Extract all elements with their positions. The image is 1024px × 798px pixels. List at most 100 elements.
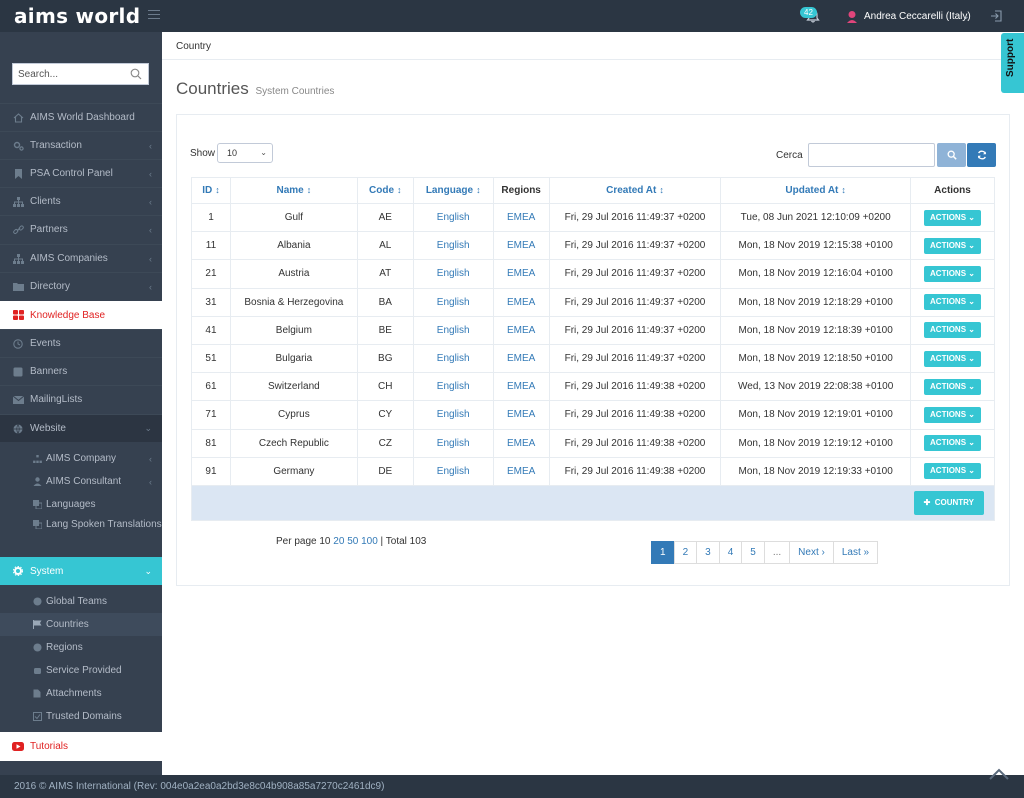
page-button-3[interactable]: 3	[696, 541, 720, 564]
column-header-updated-at[interactable]: Updated At ↕	[720, 177, 911, 204]
page-button-2[interactable]: 2	[673, 541, 698, 564]
search-input[interactable]	[808, 143, 935, 167]
scroll-to-top-icon[interactable]	[988, 768, 1010, 780]
actions-dropdown-button[interactable]: ACTIONS ⌄	[924, 350, 981, 367]
cell-language-link[interactable]: English	[412, 343, 494, 374]
cell-language-link[interactable]: English	[412, 231, 494, 261]
table-row: 71 Cyprus CY English EMEA Fri, 29 Jul 2016 11…	[191, 400, 995, 430]
refresh-button[interactable]	[967, 143, 996, 167]
sidebar-item-partners[interactable]: Partners ‹	[0, 215, 162, 243]
cell-region-link[interactable]: EMEA	[492, 315, 550, 345]
cell-language-link[interactable]: English	[412, 428, 494, 458]
table-row: 81 Czech Republic CZ English EMEA Fri, 29 Jul…	[191, 428, 995, 458]
sidebar-item-events[interactable]: Events	[0, 329, 162, 357]
chevron-down-icon[interactable]: ⌄	[962, 11, 970, 22]
sidebar-search[interactable]	[12, 63, 149, 85]
sidebar-subitem-aims-consultant[interactable]: AIMS Consultant ‹	[0, 470, 162, 493]
chevron-down-icon: ⌄	[966, 438, 975, 448]
sidebar-subitem-trusted-domains[interactable]: Trusted Domains	[0, 705, 162, 728]
add-country-button[interactable]: ✚ COUNTRY	[913, 490, 984, 515]
column-header-language[interactable]: Language ↕	[412, 177, 494, 204]
sidebar-search-input[interactable]	[13, 64, 123, 84]
cell-id: 41	[191, 315, 231, 345]
app-logo[interactable]: aims world	[14, 4, 140, 28]
per-page-option[interactable]: 100	[361, 536, 378, 547]
cell-region-link[interactable]: EMEA	[492, 343, 550, 374]
next-page-button[interactable]: Next ›	[789, 541, 834, 564]
sidebar-item-aims-companies[interactable]: AIMS Companies ‹	[0, 244, 162, 272]
cell-region-link[interactable]: EMEA	[492, 202, 550, 233]
cell-language-link[interactable]: English	[412, 400, 494, 430]
notification-badge[interactable]: 42	[800, 7, 817, 18]
sidebar-item-system[interactable]: System ⌄	[0, 557, 162, 585]
cell-region-link[interactable]: EMEA	[492, 372, 550, 402]
sidebar-item-directory[interactable]: Directory ‹	[0, 272, 162, 300]
actions-dropdown-button[interactable]: ACTIONS ⌄	[924, 294, 981, 311]
cell-region-link[interactable]: EMEA	[492, 231, 550, 261]
actions-dropdown-button[interactable]: ACTIONS ⌄	[924, 322, 981, 339]
sidebar-subitem-attachments[interactable]: Attachments	[0, 682, 162, 705]
page-button-5[interactable]: 5	[741, 541, 765, 564]
sidebar-subitem-service-provided[interactable]: Service Provided	[0, 659, 162, 682]
search-button[interactable]	[937, 143, 966, 167]
user-avatar-icon[interactable]	[846, 10, 858, 24]
user-name[interactable]: Andrea Ceccarelli (Italy)	[864, 11, 971, 22]
sidebar-item-tutorials[interactable]: Tutorials	[0, 732, 162, 761]
per-page-option[interactable]: 20	[333, 536, 344, 547]
logout-icon[interactable]	[990, 10, 1002, 22]
cell-language-link[interactable]: English	[412, 259, 494, 289]
sidebar-item-transaction[interactable]: Transaction ‹	[0, 131, 162, 159]
chevron-left-icon: ‹	[149, 476, 152, 487]
cell-language-link[interactable]: English	[412, 456, 494, 486]
sidebar-item-psa-control-panel[interactable]: PSA Control Panel ‹	[0, 159, 162, 187]
support-tab[interactable]: Support	[1001, 33, 1024, 93]
column-header-code[interactable]: Code ↕	[356, 177, 414, 204]
sidebar-item-website[interactable]: Website ⌄	[0, 414, 162, 442]
cell-region-link[interactable]: EMEA	[492, 456, 550, 486]
cell-region-link[interactable]: EMEA	[492, 428, 550, 458]
cell-id: 81	[191, 428, 231, 458]
sidebar-subitem-lang-spoken[interactable]: Lang Spoken Translations	[0, 516, 162, 546]
sidebar-item-mailinglists[interactable]: MailingLists	[0, 385, 162, 413]
sidebar-item-knowledge-base[interactable]: Knowledge Base	[0, 301, 162, 329]
page-size-select[interactable]: 10 ⌄	[217, 143, 273, 163]
sidebar-subitem-label: Languages	[46, 499, 96, 510]
actions-dropdown-button[interactable]: ACTIONS ⌄	[924, 209, 981, 226]
column-header-id[interactable]: ID ↕	[191, 177, 231, 204]
cell-language-link[interactable]: English	[412, 202, 494, 233]
per-page-option[interactable]: 50	[347, 536, 358, 547]
cell-region-link[interactable]: EMEA	[492, 400, 550, 430]
sidebar-item-clients[interactable]: Clients ‹	[0, 187, 162, 215]
search-icon[interactable]	[130, 68, 142, 80]
table-row: 91 Germany DE English EMEA Fri, 29 Jul 2016 1…	[191, 456, 995, 486]
cell-updated-at: Mon, 18 Nov 2019 12:19:12 +0100	[720, 428, 911, 458]
sidebar-item-dashboard[interactable]: AIMS World Dashboard	[0, 103, 162, 131]
sidebar-item-label: AIMS Companies	[30, 253, 108, 264]
sidebar-subitem-regions[interactable]: Regions	[0, 636, 162, 659]
column-header-created-at[interactable]: Created At ↕	[548, 177, 722, 204]
sidebar-item-label: MailingLists	[30, 394, 83, 405]
last-page-button[interactable]: Last »	[832, 541, 879, 564]
sidebar-item-banners[interactable]: Banners	[0, 357, 162, 385]
actions-dropdown-button[interactable]: ACTIONS ⌄	[924, 378, 981, 395]
cell-language-link[interactable]: English	[412, 372, 494, 402]
cell-region-link[interactable]: EMEA	[492, 259, 550, 289]
sidebar-subitem-aims-company[interactable]: AIMS Company ‹	[0, 447, 162, 470]
sidebar-subitem-global-teams[interactable]: Global Teams	[0, 590, 162, 613]
page-button-4[interactable]: 4	[718, 541, 743, 564]
per-page-selector: Per page 10 20 50 100 | Total 103	[276, 536, 427, 547]
menu-toggle-icon[interactable]	[148, 10, 160, 20]
actions-dropdown-button[interactable]: ACTIONS ⌄	[924, 463, 981, 480]
actions-dropdown-button[interactable]: ACTIONS ⌄	[924, 406, 981, 423]
actions-dropdown-button[interactable]: ACTIONS ⌄	[924, 237, 981, 254]
cell-region-link[interactable]: EMEA	[492, 287, 550, 317]
sidebar-subitem-countries[interactable]: Countries	[0, 613, 162, 636]
actions-dropdown-button[interactable]: ACTIONS ⌄	[924, 435, 981, 452]
sidebar-subitem-languages[interactable]: Languages	[0, 493, 162, 516]
page-subtitle: System Countries	[255, 86, 335, 97]
actions-dropdown-button[interactable]: ACTIONS ⌄	[924, 265, 981, 282]
cell-language-link[interactable]: English	[412, 287, 494, 317]
cell-language-link[interactable]: English	[412, 315, 494, 345]
column-header-name[interactable]: Name ↕	[229, 177, 358, 204]
page-button-1[interactable]: 1	[651, 541, 675, 564]
